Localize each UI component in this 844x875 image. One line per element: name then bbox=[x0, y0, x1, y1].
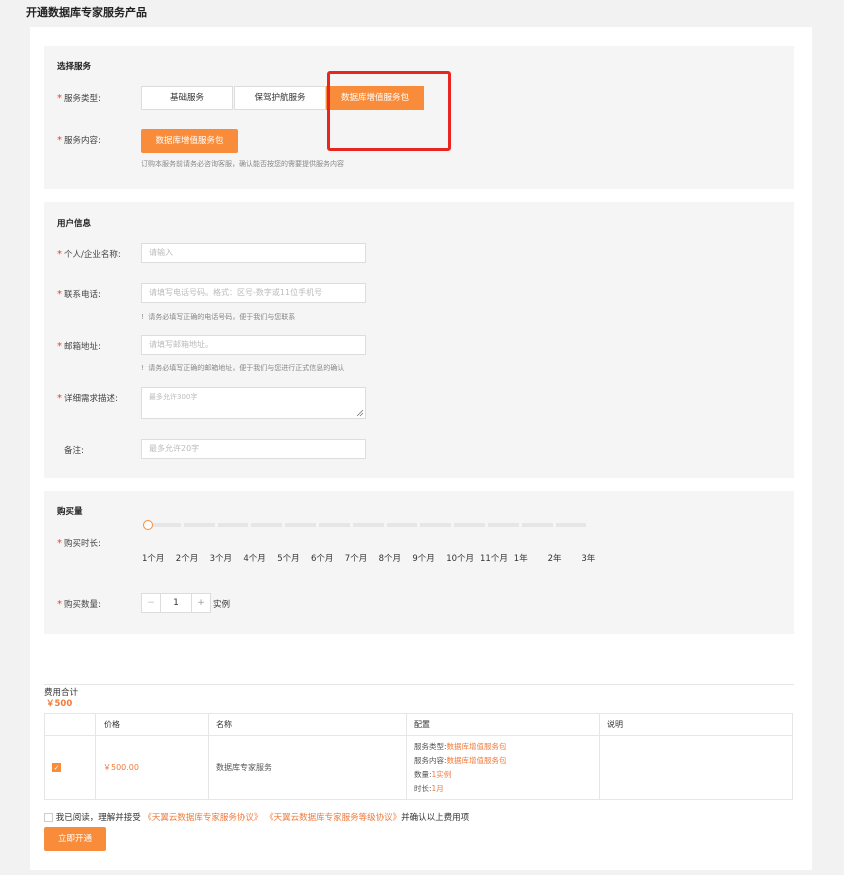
service-content-label: * 服务内容: bbox=[57, 135, 101, 146]
note-label: 备注: bbox=[64, 446, 84, 456]
duration-option[interactable]: 2年 bbox=[548, 552, 562, 564]
agreement: 我已阅读，理解并接受 《天翼云数据库专家服务协议》 《天翼云数据库专家服务等级协… bbox=[44, 811, 469, 823]
slider-track-segment[interactable] bbox=[555, 523, 587, 527]
row-price: ￥500.00 bbox=[95, 735, 209, 800]
duration-option[interactable]: 5个月 bbox=[277, 552, 299, 564]
email-input[interactable]: 请填写邮箱地址。 bbox=[141, 335, 366, 355]
slider-track-segment[interactable] bbox=[386, 523, 418, 527]
slider-track-segment[interactable] bbox=[352, 523, 384, 527]
slider-track-segment[interactable] bbox=[488, 523, 519, 527]
quantity-unit: 实例 bbox=[213, 600, 231, 610]
slider-track-segment[interactable] bbox=[454, 523, 485, 527]
slider-track-segment[interactable] bbox=[420, 523, 452, 527]
purchase-section-title: 购买量 bbox=[57, 507, 83, 517]
col-note: 说明 bbox=[599, 713, 793, 736]
row-config: 服务类型:数据库增值服务包 服务内容:数据库增值服务包 数量:1实例 时长:1月 bbox=[406, 735, 600, 800]
phone-label: * 联系电话: bbox=[57, 289, 101, 300]
service-section-title: 选择服务 bbox=[57, 62, 92, 72]
page-title: 开通数据库专家服务产品 bbox=[26, 6, 147, 19]
fee-table-header: 价格 名称 配置 说明 bbox=[44, 713, 793, 736]
desc-placeholder: 最多允许300字 bbox=[149, 393, 198, 401]
slider-track-segment[interactable] bbox=[150, 523, 181, 527]
user-info-section: 用户信息 * 个人/企业名称: 请输入 * 联系电话: 请填写电话号码。格式：区号-… bbox=[44, 202, 794, 478]
duration-option[interactable]: 1年 bbox=[514, 552, 528, 564]
email-label: * 邮箱地址: bbox=[57, 341, 101, 352]
submit-button[interactable]: 立即开通 bbox=[44, 827, 106, 851]
agreement-prefix: 我已阅读，理解并接受 bbox=[55, 813, 141, 823]
service-type-basic[interactable]: 基础服务 bbox=[141, 86, 233, 110]
order-form-card: 选择服务 * 服务类型: 基础服务 保驾护航服务 数据库增值服务包 * 服务内容: … bbox=[30, 27, 812, 870]
email-hint: ! 请务必填写正确的邮箱地址，便于我们与您进行正式信息的确认 bbox=[141, 364, 345, 372]
duration-option[interactable]: 2个月 bbox=[176, 552, 198, 564]
col-name: 名称 bbox=[208, 713, 407, 736]
service-content-hint: 订购本服务前请务必咨询客服，确认能否按您的需要提供服务内容 bbox=[141, 160, 344, 168]
quantity-plus-button[interactable]: + bbox=[191, 594, 210, 612]
name-label: * 个人/企业名称: bbox=[57, 249, 121, 260]
user-section-title: 用户信息 bbox=[57, 219, 92, 229]
duration-option[interactable]: 6个月 bbox=[311, 552, 333, 564]
resize-handle-icon[interactable] bbox=[356, 409, 364, 417]
sla-agreement-link[interactable]: 《天翼云数据库专家服务等级协议》 bbox=[265, 813, 401, 823]
col-config: 配置 bbox=[406, 713, 600, 736]
duration-option[interactable]: 7个月 bbox=[345, 552, 367, 564]
desc-textarea[interactable]: 最多允许300字 bbox=[141, 387, 366, 419]
quantity-label: * 购买数量: bbox=[57, 599, 101, 610]
service-type-escort[interactable]: 保驾护航服务 bbox=[234, 86, 326, 110]
duration-option[interactable]: 3年 bbox=[581, 552, 595, 564]
fee-total-value: ￥500 bbox=[46, 699, 73, 709]
slider-track-segment[interactable] bbox=[251, 523, 283, 527]
slider-handle[interactable] bbox=[143, 520, 153, 530]
fee-divider bbox=[44, 684, 794, 685]
quantity-value[interactable]: 1 bbox=[161, 594, 191, 612]
service-agreement-link[interactable]: 《天翼云数据库专家服务协议》 bbox=[143, 813, 262, 823]
slider-track-segment[interactable] bbox=[521, 523, 553, 527]
highlight-annotation-box bbox=[327, 71, 451, 151]
config-line: 数量:1实例 bbox=[414, 769, 452, 779]
col-price: 价格 bbox=[95, 713, 209, 736]
duration-option[interactable]: 10个月 bbox=[446, 552, 474, 564]
service-type-label: * 服务类型: bbox=[57, 93, 101, 104]
table-row: ✓ ￥500.00 数据库专家服务 服务类型:数据库增值服务包 服务内容:数据库… bbox=[44, 735, 793, 800]
desc-label: * 详细需求描述: bbox=[57, 393, 118, 404]
duration-option[interactable]: 4个月 bbox=[243, 552, 265, 564]
duration-option[interactable]: 8个月 bbox=[379, 552, 401, 564]
row-checkbox[interactable]: ✓ bbox=[52, 763, 61, 772]
duration-option[interactable]: 3个月 bbox=[210, 552, 232, 564]
name-input[interactable]: 请输入 bbox=[141, 243, 366, 263]
slider-track-segment[interactable] bbox=[285, 523, 316, 527]
duration-option[interactable]: 9个月 bbox=[412, 552, 434, 564]
config-line: 服务内容:数据库增值服务包 bbox=[414, 755, 507, 765]
col-select bbox=[44, 713, 96, 736]
phone-hint: ! 请务必填写正确的电话号码，便于我们与您联系 bbox=[141, 313, 296, 321]
duration-option[interactable]: 11个月 bbox=[480, 552, 508, 564]
agreement-checkbox[interactable] bbox=[44, 813, 53, 822]
agreement-suffix: 并确认以上费用项 bbox=[401, 813, 470, 823]
config-line: 服务类型:数据库增值服务包 bbox=[414, 741, 507, 751]
note-input[interactable]: 最多允许20字 bbox=[141, 439, 366, 459]
slider-track-segment[interactable] bbox=[183, 523, 215, 527]
slider-track-segment[interactable] bbox=[319, 523, 350, 527]
duration-option[interactable]: 1个月 bbox=[142, 552, 164, 564]
row-select-cell: ✓ bbox=[44, 735, 96, 800]
quantity-minus-button[interactable]: − bbox=[142, 594, 161, 612]
service-content-button[interactable]: 数据库增值服务包 bbox=[141, 129, 238, 153]
config-line: 时长:1月 bbox=[414, 783, 444, 793]
service-section: 选择服务 * 服务类型: 基础服务 保驾护航服务 数据库增值服务包 * 服务内容: … bbox=[44, 46, 794, 189]
row-note bbox=[599, 735, 793, 800]
fee-table: 价格 名称 配置 说明 ✓ ￥500.00 数据库专家服务 服务类型:数据库增值… bbox=[44, 713, 793, 800]
quantity-stepper[interactable]: − 1 + bbox=[141, 593, 211, 613]
duration-label: * 购买时长: bbox=[57, 538, 101, 549]
slider-track-segment[interactable] bbox=[217, 523, 249, 527]
phone-input[interactable]: 请填写电话号码。格式：区号-数字或11位手机号 bbox=[141, 283, 366, 303]
row-name: 数据库专家服务 bbox=[208, 735, 407, 800]
